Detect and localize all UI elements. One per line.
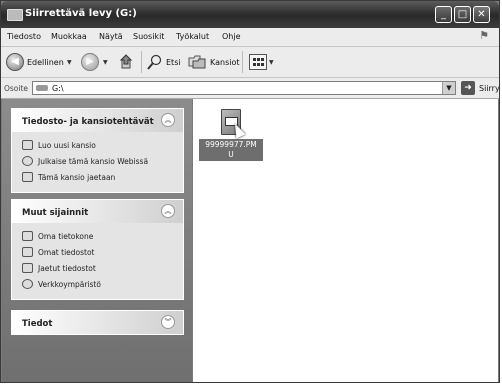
task-pane: Tiedosto- ja kansiotehtävät ︽ Luo uusi k… [2, 99, 192, 382]
task-new-folder[interactable]: Luo uusi kansio [22, 138, 183, 154]
drive-icon [7, 9, 23, 21]
collapse-chevron-icon[interactable]: ︽ [161, 204, 175, 218]
folders-button-label[interactable]: Kansiot [210, 58, 240, 67]
search-icon[interactable] [147, 54, 163, 70]
folder-icon [22, 263, 33, 273]
place-my-documents[interactable]: Omat tiedostot [22, 245, 183, 261]
panel-title: Muut sijainnit [22, 208, 89, 218]
menu-file[interactable]: Tiedosto [7, 32, 41, 41]
views-dropdown-icon[interactable]: ▼ [269, 59, 274, 66]
task-label: Luo uusi kansio [38, 141, 96, 150]
drive-icon [36, 85, 48, 91]
place-network[interactable]: Verkkoympäristö [22, 277, 183, 293]
close-button[interactable]: ✕ [473, 6, 490, 23]
place-label: Oma tietokone [38, 232, 94, 241]
network-icon [22, 279, 33, 289]
address-input[interactable]: G:\ ▼ [32, 81, 456, 95]
menu-bar: Tiedosto Muokkaa Näytä Suosikit Työkalut… [1, 28, 499, 47]
forward-arrow-icon[interactable]: ▶ [81, 53, 99, 71]
task-publish-web[interactable]: Julkaise tämä kansio Webissä [22, 154, 183, 170]
menu-view[interactable]: Näytä [99, 32, 123, 41]
file-name[interactable]: 99999977.PM U [199, 139, 263, 161]
toolbar-separator [242, 51, 243, 73]
views-icon[interactable] [249, 54, 267, 70]
computer-icon [22, 231, 33, 241]
panel-title: Tiedot [22, 319, 53, 329]
collapse-chevron-icon[interactable]: ︽ [161, 113, 175, 127]
up-folder-icon[interactable] [119, 54, 133, 70]
file-name-line: 99999977.PM [205, 140, 257, 149]
address-value[interactable]: G:\ [52, 84, 64, 93]
shared-folder-icon [22, 172, 33, 182]
expand-chevron-icon[interactable]: ︾ [161, 315, 175, 329]
place-my-computer[interactable]: Oma tietokone [22, 229, 183, 245]
search-button-label[interactable]: Etsi [166, 58, 181, 67]
menu-edit[interactable]: Muokkaa [51, 32, 87, 41]
file-tasks-panel: Tiedosto- ja kansiotehtävät ︽ Luo uusi k… [11, 108, 184, 193]
place-shared-documents[interactable]: Jaetut tiedostot [22, 261, 183, 277]
task-label: Tämä kansio jaetaan [38, 173, 116, 182]
task-label: Julkaise tämä kansio Webissä [38, 157, 149, 166]
mouse-cursor-icon [230, 121, 246, 139]
place-label: Jaetut tiedostot [38, 264, 96, 273]
toolbar-separator [141, 51, 142, 73]
other-places-panel: Muut sijainnit ︽ Oma tietokone Omat tied… [11, 199, 184, 300]
documents-folder-icon [22, 247, 33, 257]
globe-icon [22, 156, 33, 166]
menu-tools[interactable]: Työkalut [176, 32, 209, 41]
back-button-label[interactable]: Edellinen [27, 58, 64, 67]
new-folder-icon [22, 140, 33, 150]
address-dropdown-icon[interactable]: ▼ [442, 82, 455, 94]
toolbar: ◀ Edellinen ▼ ▶ ▼ Etsi Kansiot ▼ [1, 47, 499, 78]
address-label: Osoite [4, 84, 29, 93]
maximize-button[interactable]: □ [454, 6, 471, 23]
title-bar[interactable]: Siirrettävä levy (G:) _ □ ✕ [1, 1, 499, 28]
task-share-folder[interactable]: Tämä kansio jaetaan [22, 170, 183, 186]
file-name-line: U [228, 150, 234, 159]
place-label: Verkkoympäristö [38, 280, 101, 289]
details-header[interactable]: Tiedot ︾ [12, 311, 183, 334]
other-places-header[interactable]: Muut sijainnit ︽ [12, 200, 183, 223]
windows-logo-icon: ⚑ [479, 29, 489, 42]
menu-help[interactable]: Ohje [222, 32, 241, 41]
back-dropdown-icon[interactable]: ▼ [67, 59, 72, 66]
explorer-window: Siirrettävä levy (G:) _ □ ✕ Tiedosto Muo… [0, 0, 500, 383]
back-arrow-icon[interactable]: ◀ [6, 53, 24, 71]
file-list-area[interactable]: 99999977.PM U [193, 99, 498, 382]
folders-icon[interactable] [188, 55, 206, 69]
details-panel: Tiedot ︾ [11, 310, 184, 335]
address-bar: Osoite G:\ ▼ ➜ Siirry [1, 78, 500, 99]
go-arrow-icon[interactable]: ➜ [461, 81, 475, 95]
forward-dropdown-icon[interactable]: ▼ [103, 59, 108, 66]
menu-favorites[interactable]: Suosikit [133, 32, 164, 41]
place-label: Omat tiedostot [38, 248, 95, 257]
go-button-label[interactable]: Siirry [479, 84, 500, 93]
file-tasks-header[interactable]: Tiedosto- ja kansiotehtävät ︽ [12, 109, 183, 132]
minimize-button[interactable]: _ [435, 6, 452, 23]
window-title: Siirrettävä levy (G:) [25, 8, 137, 19]
panel-title: Tiedosto- ja kansiotehtävät [22, 117, 154, 127]
